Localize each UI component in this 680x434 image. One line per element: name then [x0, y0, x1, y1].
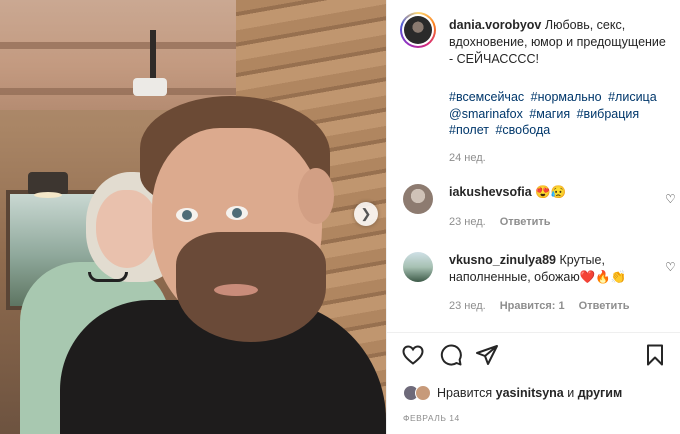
hashtag[interactable]: #лисица — [608, 90, 657, 104]
comment-meta: 23 нед. Нравится: 1 Ответить — [449, 300, 629, 312]
comment-text: 😍😥 — [535, 185, 567, 199]
comment-body: iakushevsofia 😍😥 — [449, 184, 659, 201]
author-username[interactable]: dania.vorobyov — [449, 18, 541, 32]
hashtag[interactable]: #полет — [449, 123, 489, 137]
camera-mount — [150, 30, 156, 82]
hashtag[interactable]: #нормально — [531, 90, 602, 104]
comment-meta: 23 нед. Ответить — [449, 216, 551, 228]
comment-username[interactable]: iakushevsofia — [449, 185, 532, 199]
projector — [133, 78, 167, 96]
comment-likes[interactable]: Нравится: 1 — [500, 300, 565, 312]
choker — [88, 272, 128, 282]
likes-row: Нравится yasinitsyna и другим — [403, 385, 622, 401]
post-caption: dania.vorobyov Любовь, секс, вдохновение… — [449, 17, 667, 68]
bookmark-icon[interactable] — [643, 343, 667, 367]
next-photo-button[interactable]: ❯ — [354, 202, 378, 226]
likes-others[interactable]: другим — [578, 386, 623, 400]
comment-icon[interactable] — [439, 343, 463, 367]
divider — [387, 332, 680, 333]
man-eye-right — [226, 206, 248, 220]
lamp-glow — [34, 192, 62, 198]
post-photo[interactable]: ❯ — [0, 0, 386, 434]
heart-icon[interactable]: ♡ — [665, 260, 676, 274]
comment-body: vkusno_zinulya89 Крутые, наполненные, об… — [449, 252, 659, 286]
man-mouth — [214, 284, 258, 296]
hashtag[interactable]: #свобода — [495, 123, 550, 137]
heart-icon[interactable] — [401, 343, 425, 367]
hashtag[interactable]: #вибрация — [577, 107, 640, 121]
reply-button[interactable]: Ответить — [500, 216, 551, 228]
liker-avatar[interactable] — [415, 385, 431, 401]
comment-username[interactable]: vkusno_zinulya89 — [449, 253, 556, 267]
author-avatar[interactable] — [400, 12, 436, 48]
likes-conjunction: и — [567, 386, 575, 400]
post-date[interactable]: ФЕВРАЛЬ 14 — [403, 413, 460, 423]
comment-avatar[interactable] — [403, 252, 433, 282]
comment-time[interactable]: 23 нед. — [449, 216, 486, 228]
hashtag-list: #всемсейчас #нормально #лисица @smarinaf… — [449, 89, 667, 139]
woman-face — [96, 190, 158, 268]
post-sidebar: dania.vorobyov Любовь, секс, вдохновение… — [386, 0, 680, 434]
hashtag[interactable]: #всемсейчас — [449, 90, 524, 104]
man-ear — [298, 168, 334, 224]
liker-username[interactable]: yasinitsyna — [496, 386, 564, 400]
chevron-right-icon: ❯ — [360, 206, 372, 221]
likes-prefix: Нравится — [437, 386, 493, 400]
pendant-lamp — [28, 172, 68, 194]
man-eye-left — [176, 208, 198, 222]
share-icon[interactable] — [475, 343, 499, 367]
heart-icon[interactable]: ♡ — [665, 192, 676, 206]
comment-time[interactable]: 23 нед. — [449, 300, 486, 312]
reply-button[interactable]: Ответить — [579, 300, 630, 312]
mention[interactable]: @smarinafox — [449, 107, 523, 121]
hashtag[interactable]: #магия — [529, 107, 570, 121]
post-time[interactable]: 24 нед. — [449, 152, 486, 164]
comment-avatar[interactable] — [403, 184, 433, 214]
